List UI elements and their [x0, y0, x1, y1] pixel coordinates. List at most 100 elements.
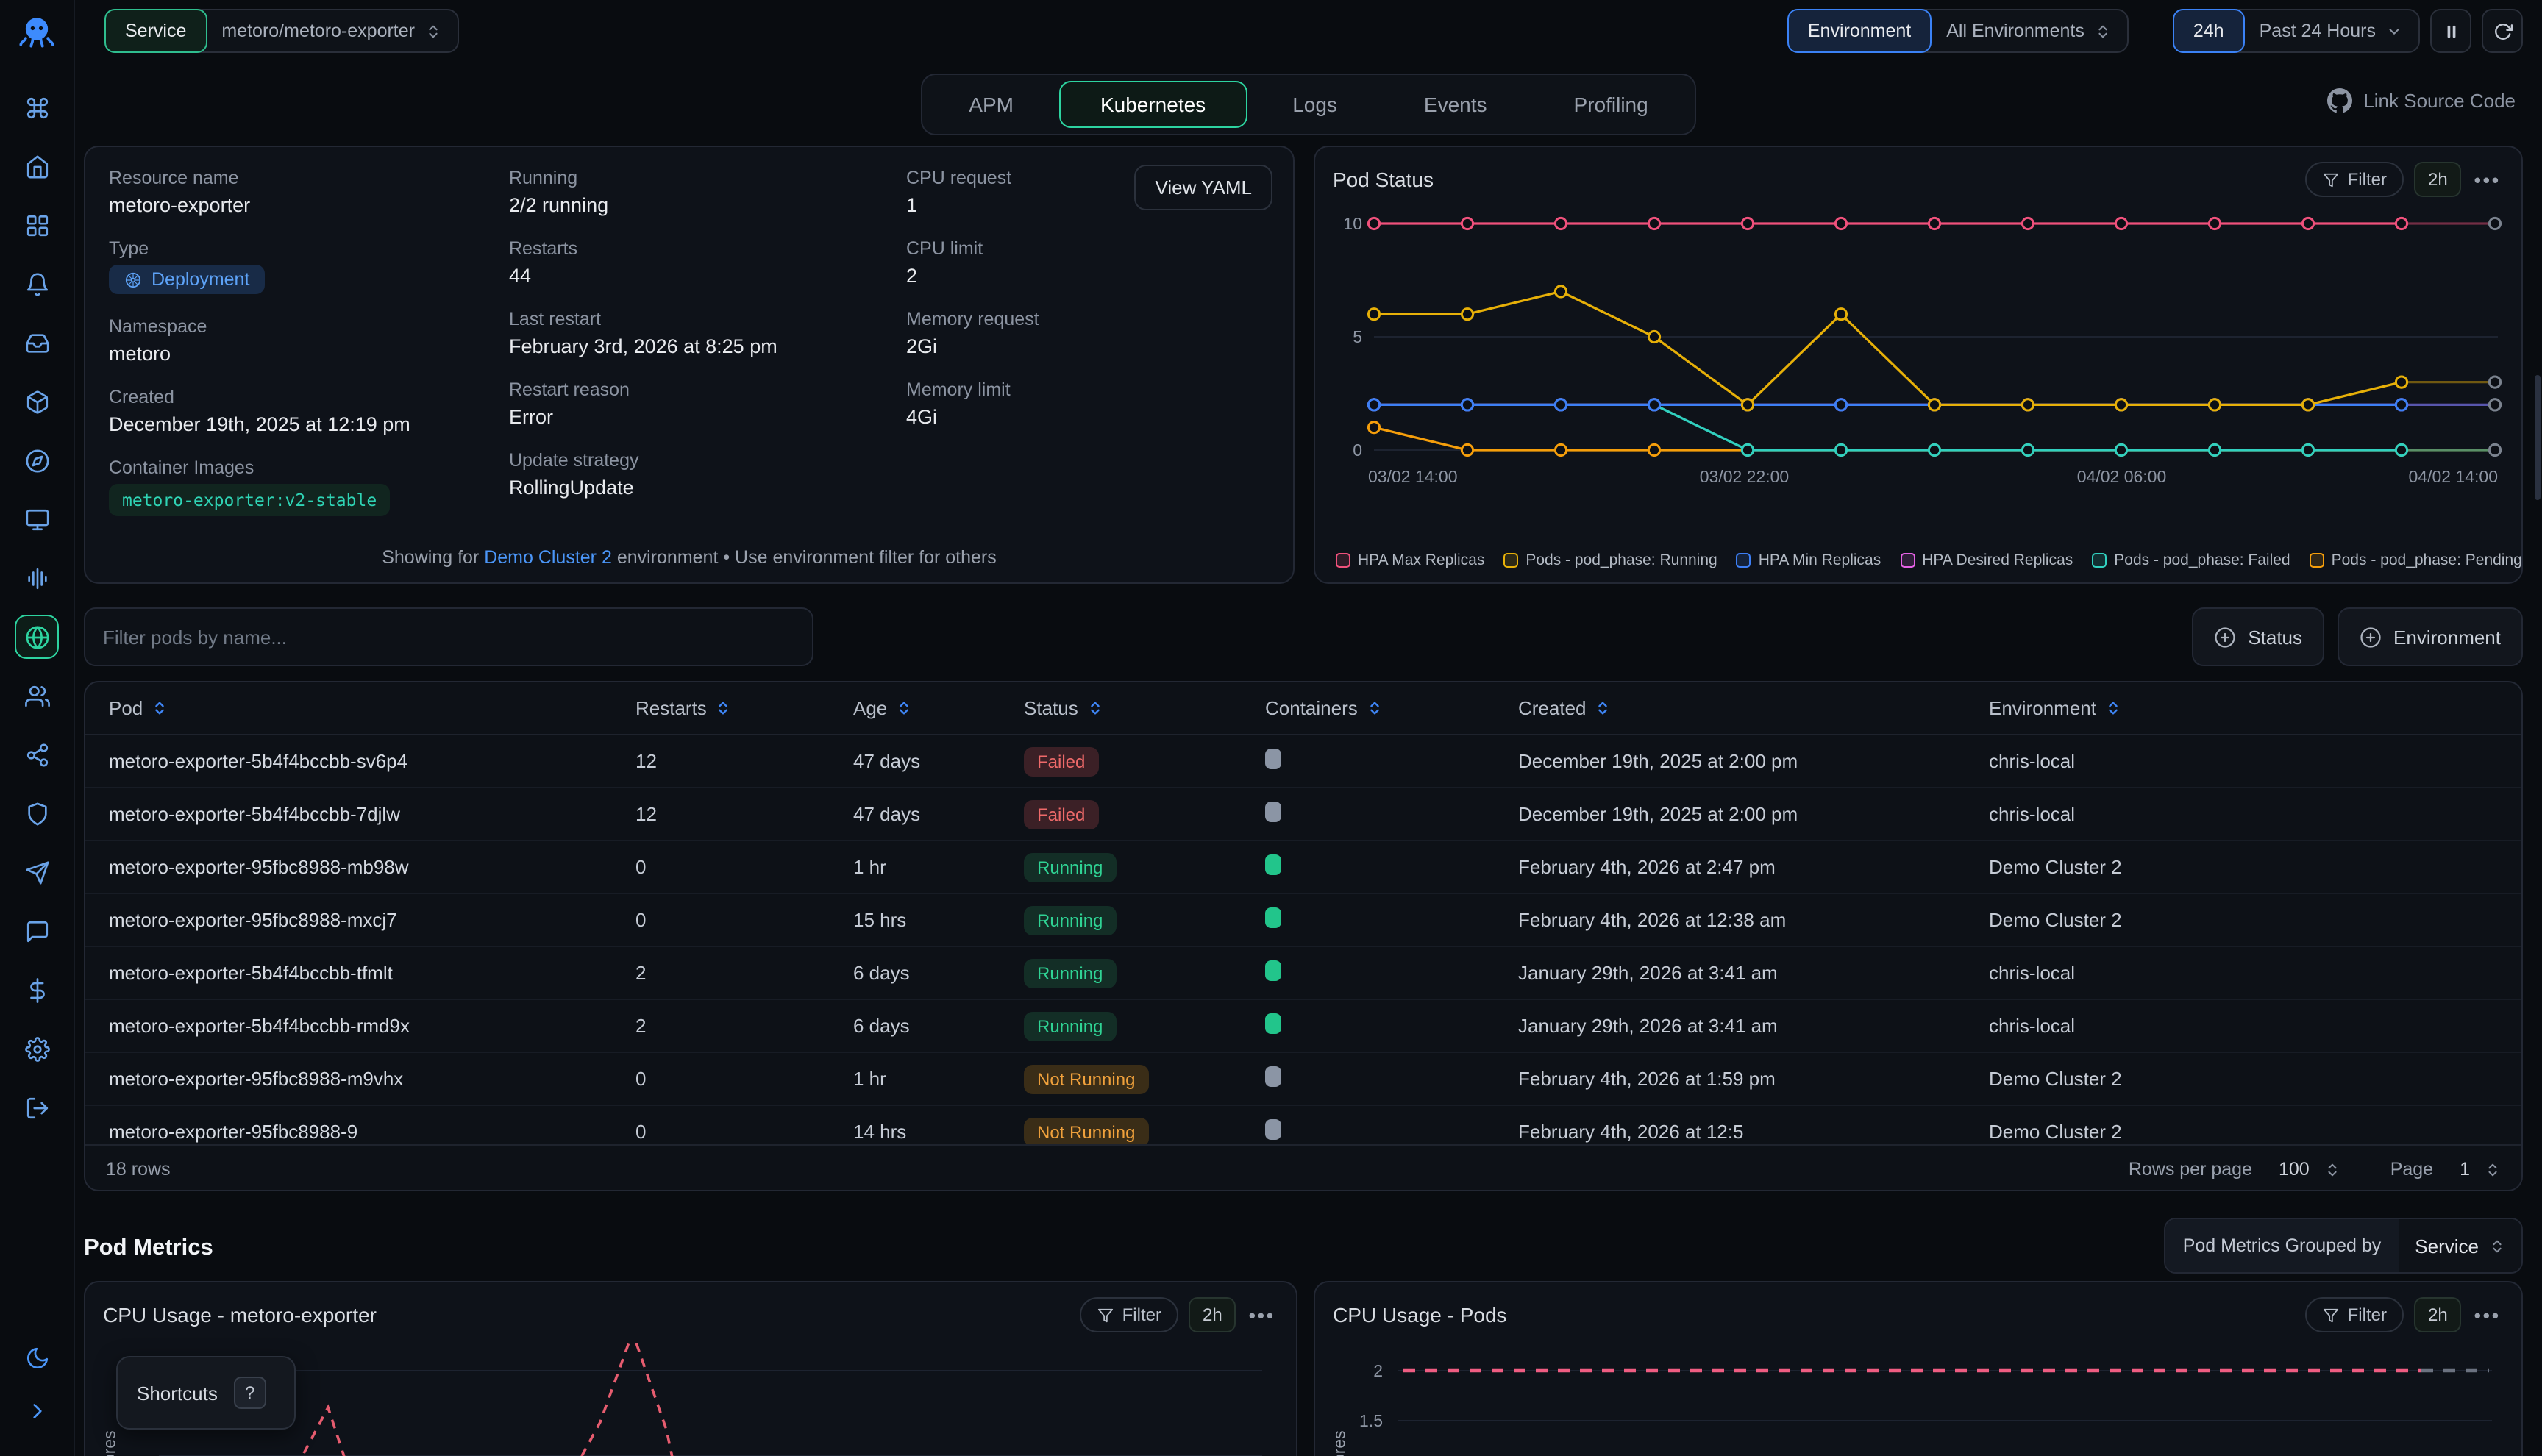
sidebar-item-grid-icon[interactable]: [15, 203, 59, 247]
service-selector-kind[interactable]: Service: [104, 9, 207, 53]
sidebar-chevron-right-icon[interactable]: [15, 1388, 59, 1432]
pod-metrics-grouped-by[interactable]: Pod Metrics Grouped by Service: [2164, 1218, 2523, 1274]
legend-item[interactable]: Pods - pod_phase: Pending: [2310, 552, 2522, 569]
cpu-service-filter-button[interactable]: Filter: [1080, 1297, 1179, 1332]
time-range-selector[interactable]: 24h Past 24 Hours: [2173, 9, 2420, 53]
rows-per-page-select[interactable]: 100: [2279, 1159, 2310, 1180]
pod-created: January 29th, 2026 at 3:41 am: [1518, 1015, 1989, 1037]
field-running: Running2/2 running: [509, 168, 777, 216]
container-indicator: [1265, 1013, 1281, 1034]
pod-status-menu-button[interactable]: •••: [2471, 168, 2504, 190]
service-selector[interactable]: Service metoro/metoro-exporter: [104, 9, 459, 53]
filter-icon: [1097, 1307, 1114, 1323]
add-status-filter-button[interactable]: Status: [2192, 607, 2324, 666]
column-header-status[interactable]: Status: [1024, 697, 1265, 719]
pod-containers: [1265, 854, 1518, 879]
legend-item[interactable]: HPA Max Replicas: [1336, 552, 1484, 569]
column-header-environment[interactable]: Environment: [1989, 697, 2521, 719]
column-header-age[interactable]: Age: [853, 697, 1024, 719]
sidebar-item-bell-icon[interactable]: [15, 262, 59, 306]
pod-name: metoro-exporter-95fbc8988-mxcj7: [85, 909, 636, 931]
sidebar-item-package-icon[interactable]: [15, 379, 59, 424]
sidebar-item-home-icon[interactable]: [15, 144, 59, 188]
page-scrollbar[interactable]: [2535, 375, 2541, 500]
sidebar-item-compass-icon[interactable]: [15, 438, 59, 482]
table-row[interactable]: metoro-exporter-95fbc8988-9014 hrsNot Ru…: [85, 1106, 2521, 1144]
sidebar-item-activity-icon[interactable]: [15, 556, 59, 600]
sidebar-item-inbox-icon[interactable]: [15, 321, 59, 365]
table-row[interactable]: metoro-exporter-5b4f4bccbb-rmd9x26 daysR…: [85, 1000, 2521, 1053]
column-header-created[interactable]: Created: [1518, 697, 1989, 719]
sidebar-item-logout-icon[interactable]: [15, 1085, 59, 1130]
pod-created: February 4th, 2026 at 1:59 pm: [1518, 1068, 1989, 1090]
pods-filter-input[interactable]: [84, 607, 813, 666]
metoro-logo-icon[interactable]: [16, 12, 57, 53]
sidebar-item-message-icon[interactable]: [15, 909, 59, 953]
cpu-service-range-chip[interactable]: 2h: [1189, 1297, 1236, 1332]
cpu-pods-range-chip[interactable]: 2h: [2415, 1297, 2461, 1332]
view-yaml-button[interactable]: View YAML: [1134, 165, 1272, 210]
pods-filter-buttons: Status Environment: [2192, 607, 2523, 666]
field-type: TypeDeployment: [109, 238, 410, 294]
tab-profiling[interactable]: Profiling: [1533, 81, 1690, 128]
table-row[interactable]: metoro-exporter-5b4f4bccbb-sv6p41247 day…: [85, 735, 2521, 788]
tab-logs[interactable]: Logs: [1251, 81, 1378, 128]
table-row[interactable]: metoro-exporter-5b4f4bccbb-7djlw1247 day…: [85, 788, 2521, 841]
service-selector-value[interactable]: metoro/metoro-exporter: [205, 10, 458, 51]
sidebar-item-share-icon[interactable]: [15, 732, 59, 777]
sidebar-item-shield-icon[interactable]: [15, 791, 59, 835]
status-badge: Failed: [1024, 746, 1098, 776]
pause-button[interactable]: [2430, 9, 2471, 53]
table-row[interactable]: metoro-exporter-95fbc8988-mxcj7015 hrsRu…: [85, 894, 2521, 947]
pod-age: 47 days: [853, 750, 1024, 772]
svg-text:03/02 22:00: 03/02 22:00: [1700, 467, 1790, 486]
column-header-containers[interactable]: Containers: [1265, 697, 1518, 719]
table-row[interactable]: metoro-exporter-95fbc8988-mb98w01 hrRunn…: [85, 841, 2521, 894]
sidebar-item-globe-icon[interactable]: [15, 615, 59, 659]
cpu-pods-filter-button[interactable]: Filter: [2305, 1297, 2404, 1332]
svg-text:5: 5: [1353, 327, 1362, 346]
environment-selector-value[interactable]: All Environments: [1930, 10, 2127, 51]
tab-events[interactable]: Events: [1383, 81, 1528, 128]
add-environment-filter-button[interactable]: Environment: [2338, 607, 2523, 666]
time-range-value[interactable]: Past 24 Hours: [2243, 10, 2418, 51]
cpu-service-menu-button[interactable]: •••: [1246, 1304, 1278, 1326]
sidebar-item-monitor-icon[interactable]: [15, 497, 59, 541]
environment-selector[interactable]: Environment All Environments: [1787, 9, 2129, 53]
chevron-down-icon: [2386, 23, 2402, 39]
status-badge: Failed: [1024, 799, 1098, 829]
pod-name: metoro-exporter-5b4f4bccbb-tfmlt: [85, 962, 636, 984]
cluster-link[interactable]: Demo Cluster 2: [484, 547, 612, 568]
chevrons-updown-icon: [2324, 1161, 2340, 1177]
sidebar-item-rocket-icon[interactable]: [15, 850, 59, 894]
tab-apm[interactable]: APM: [928, 81, 1055, 128]
column-header-restarts[interactable]: Restarts: [636, 697, 853, 719]
environment-selector-kind[interactable]: Environment: [1787, 9, 1932, 53]
link-source-code-button[interactable]: Link Source Code: [2326, 88, 2516, 113]
page-select[interactable]: 1: [2460, 1159, 2470, 1180]
github-icon: [2326, 88, 2351, 113]
legend-item[interactable]: HPA Min Replicas: [1737, 552, 1881, 569]
sidebar: [0, 0, 75, 1456]
legend-item[interactable]: HPA Desired Replicas: [1900, 552, 2073, 569]
refresh-button[interactable]: [2482, 9, 2523, 53]
tab-kubernetes[interactable]: Kubernetes: [1059, 81, 1247, 128]
chevrons-updown-icon: [2489, 1238, 2505, 1254]
legend-item[interactable]: Pods - pod_phase: Failed: [2092, 552, 2290, 569]
sidebar-item-dollar-icon[interactable]: [15, 968, 59, 1012]
sidebar-moon-icon[interactable]: [15, 1335, 59, 1380]
time-range-badge[interactable]: 24h: [2173, 9, 2245, 53]
status-badge: Running: [1024, 958, 1116, 988]
pod-status-filter-button[interactable]: Filter: [2305, 162, 2404, 197]
sidebar-item-command-icon[interactable]: [15, 85, 59, 129]
legend-item[interactable]: Pods - pod_phase: Running: [1503, 552, 1717, 569]
field-last-restart: Last restartFebruary 3rd, 2026 at 8:25 p…: [509, 309, 777, 357]
column-header-pod[interactable]: Pod: [85, 697, 636, 719]
table-row[interactable]: metoro-exporter-95fbc8988-m9vhx01 hrNot …: [85, 1053, 2521, 1106]
sidebar-item-users-icon[interactable]: [15, 674, 59, 718]
cpu-pods-menu-button[interactable]: •••: [2471, 1304, 2504, 1326]
shortcuts-popup[interactable]: Shortcuts ?: [116, 1356, 296, 1430]
sidebar-item-settings-icon[interactable]: [15, 1027, 59, 1071]
table-row[interactable]: metoro-exporter-5b4f4bccbb-tfmlt26 daysR…: [85, 947, 2521, 1000]
pod-status-range-chip[interactable]: 2h: [2415, 162, 2461, 197]
